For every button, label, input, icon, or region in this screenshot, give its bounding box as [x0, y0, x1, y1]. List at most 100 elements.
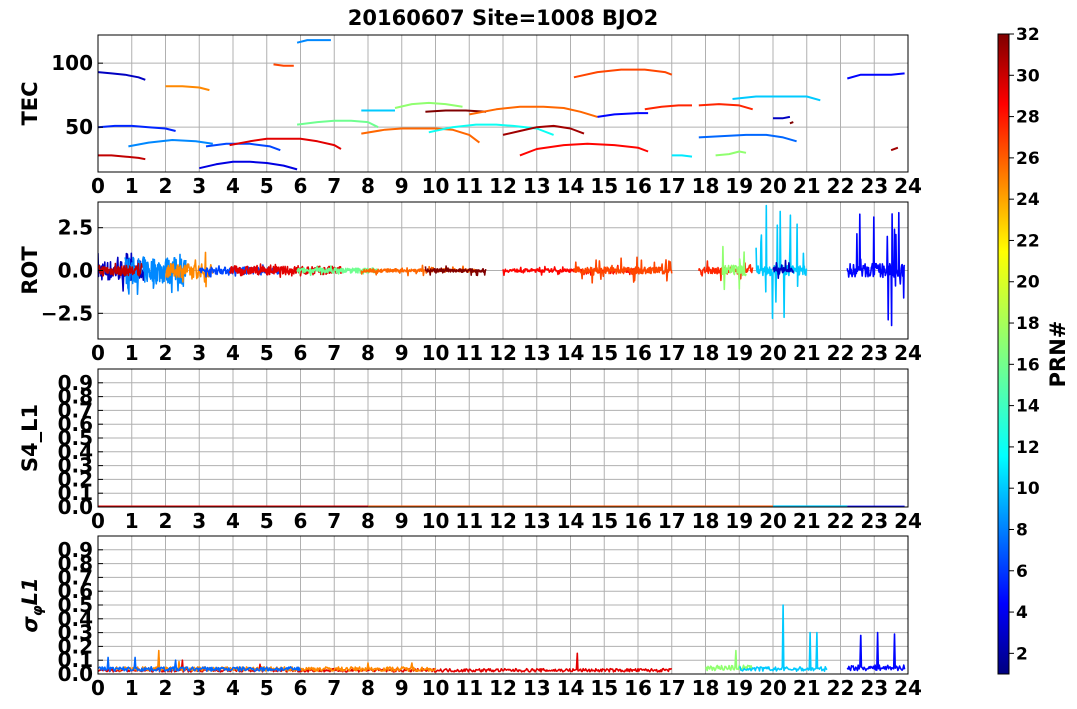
panel-s4-l1: 0 1 2 3 4 5 6 7 8 9 10 11 12 13 14 15 16 17 18 19 20 21 22 23 24… — [18, 368, 922, 533]
x-tick-label: 7 — [327, 509, 341, 533]
y-tick-label: 50 — [65, 115, 93, 139]
x-tick-label: 11 — [455, 509, 483, 533]
x-tick-label: 13 — [523, 509, 551, 533]
x-tick-label: 0 — [91, 174, 105, 198]
x-tick-label: 5 — [260, 509, 274, 533]
x-tick-label: 8 — [361, 341, 375, 365]
x-tick-label: 2 — [159, 341, 173, 365]
x-tick-label: 6 — [294, 341, 308, 365]
series-line-prn-31 — [890, 146, 899, 152]
series-line-prn-5 — [597, 112, 649, 118]
x-tick-label: 9 — [395, 341, 409, 365]
x-tick-label: 18 — [692, 509, 720, 533]
x-tick-label: 11 — [455, 341, 483, 365]
colorbar-tick-label: 12 — [1016, 438, 1040, 458]
x-tick-label: 21 — [793, 509, 821, 533]
x-tick-label: 18 — [692, 174, 720, 198]
x-tick-label: 13 — [523, 174, 551, 198]
y-tick-label: 0.0 — [58, 259, 93, 283]
x-tick-label: 14 — [557, 174, 585, 198]
colorbar-tick-label: 6 — [1016, 562, 1028, 582]
x-tick-label: 24 — [894, 676, 922, 700]
x-tick-label: 10 — [422, 509, 450, 533]
y-tick-label: 0.9 — [58, 538, 93, 562]
x-tick-label: 23 — [860, 509, 888, 533]
x-tick-label: 15 — [590, 676, 618, 700]
x-tick-label: 4 — [226, 174, 240, 198]
x-tick-label: 1 — [125, 174, 139, 198]
colorbar-tick-label: 4 — [1016, 603, 1028, 623]
x-tick-label: 12 — [489, 509, 517, 533]
x-tick-label: 16 — [624, 174, 652, 198]
x-tick-label: 2 — [159, 509, 173, 533]
x-tick-label: 16 — [624, 509, 652, 533]
y-tick-label: 0.9 — [58, 371, 93, 395]
x-tick-label: 20 — [759, 509, 787, 533]
x-tick-label: 16 — [624, 676, 652, 700]
x-tick-label: 14 — [557, 509, 585, 533]
series-line-prn-17 — [721, 245, 747, 291]
series-line-prn-26 — [573, 256, 673, 284]
y-tick-label: 100 — [51, 51, 93, 75]
colorbar-label: PRN# — [1046, 321, 1070, 388]
colorbar-tick-label: 22 — [1016, 231, 1040, 251]
x-tick-label: 17 — [658, 341, 686, 365]
series-line-prn-6 — [98, 124, 176, 132]
x-tick-label: 8 — [361, 174, 375, 198]
x-tick-label: 21 — [793, 676, 821, 700]
x-tick-label: 24 — [894, 509, 922, 533]
x-tick-label: 2 — [159, 174, 173, 198]
colorbar-tick-label: 20 — [1016, 273, 1040, 293]
series-line-prn-26 — [273, 63, 294, 67]
y-tick-label: −2.5 — [41, 301, 93, 325]
x-tick-label: 4 — [226, 509, 240, 533]
x-tick-label: 0 — [91, 341, 105, 365]
panels: 0 1 2 3 4 5 6 7 8 9 10 11 12 13 14 15 16 17 18 19 20 21 22 23 24… — [18, 34, 922, 700]
x-tick-label: 11 — [455, 174, 483, 198]
x-tick-label: 9 — [395, 509, 409, 533]
x-tick-label: 12 — [489, 341, 517, 365]
x-tick-label: 8 — [361, 676, 375, 700]
series-line-prn-12 — [671, 154, 693, 158]
series-group — [98, 604, 906, 673]
series-line-prn-11 — [739, 604, 828, 672]
x-tick-label: 10 — [422, 174, 450, 198]
x-tick-label: 5 — [260, 174, 274, 198]
series-line-prn-32 — [424, 265, 487, 277]
x-tick-label: 16 — [624, 341, 652, 365]
x-tick-label: 7 — [327, 174, 341, 198]
colorbar-tick-label: 16 — [1016, 355, 1040, 375]
x-tick-label: 19 — [725, 174, 753, 198]
x-tick-label: 10 — [422, 341, 450, 365]
x-tick-label: 19 — [725, 341, 753, 365]
x-tick-label: 22 — [827, 174, 855, 198]
series-group — [98, 204, 906, 327]
series-line-prn-9 — [296, 39, 331, 44]
colorbar-tick-label: 26 — [1016, 149, 1040, 169]
x-tick-label: 0 — [91, 509, 105, 533]
x-tick-label: 19 — [725, 509, 753, 533]
x-tick-label: 2 — [159, 676, 173, 700]
series-line-prn-16 — [296, 119, 379, 129]
series-line-prn-27 — [698, 103, 753, 111]
x-tick-label: 24 — [894, 341, 922, 365]
x-tick-label: 22 — [827, 341, 855, 365]
x-tick-label: 22 — [827, 509, 855, 533]
x-tick-label: 17 — [658, 676, 686, 700]
x-tick-label: 6 — [294, 509, 308, 533]
x-tick-label: 15 — [590, 341, 618, 365]
x-tick-label: 17 — [658, 509, 686, 533]
series-line-prn-5 — [847, 72, 905, 80]
colorbar-tick-label: 10 — [1016, 479, 1040, 499]
panel-rot: 0 1 2 3 4 5 6 7 8 9 10 11 12 13 14 15 16 17 18 19 20 21 22 23 24… — [18, 201, 922, 365]
panel-tec: 0 1 2 3 4 5 6 7 8 9 10 11 12 13 14 15 16 17 18 19 20 21 22 23 24… — [18, 34, 922, 198]
x-tick-label: 20 — [759, 174, 787, 198]
series-line-prn-25 — [469, 105, 598, 118]
colorbar-ticks: 2468101214161820222426283032 — [1009, 25, 1040, 664]
x-tick-label: 15 — [590, 509, 618, 533]
x-tick-label: 22 — [827, 676, 855, 700]
x-tick-label: 23 — [860, 341, 888, 365]
x-tick-label: 9 — [395, 676, 409, 700]
x-tick-label: 24 — [894, 174, 922, 198]
y-axis-label: TEC — [18, 81, 42, 125]
